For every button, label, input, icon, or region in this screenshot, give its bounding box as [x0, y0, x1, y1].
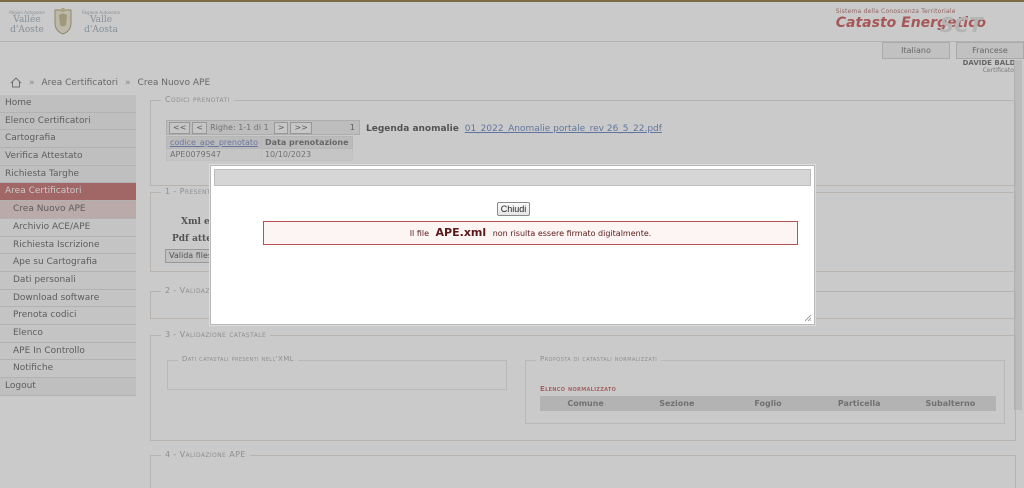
message-suffix: non risulta essere firmato digitalmente. — [492, 229, 652, 238]
message-prefix: Il file — [409, 229, 429, 238]
error-message: Il file APE.xml non risulta essere firma… — [263, 221, 798, 245]
alert-dialog: Chiudi Il file APE.xml non risulta esser… — [210, 165, 815, 325]
dialog-titlebar[interactable] — [214, 169, 811, 186]
resize-grip-icon[interactable] — [804, 314, 812, 322]
file-name: APE.xml — [435, 226, 487, 239]
close-button[interactable]: Chiudi — [497, 202, 530, 216]
